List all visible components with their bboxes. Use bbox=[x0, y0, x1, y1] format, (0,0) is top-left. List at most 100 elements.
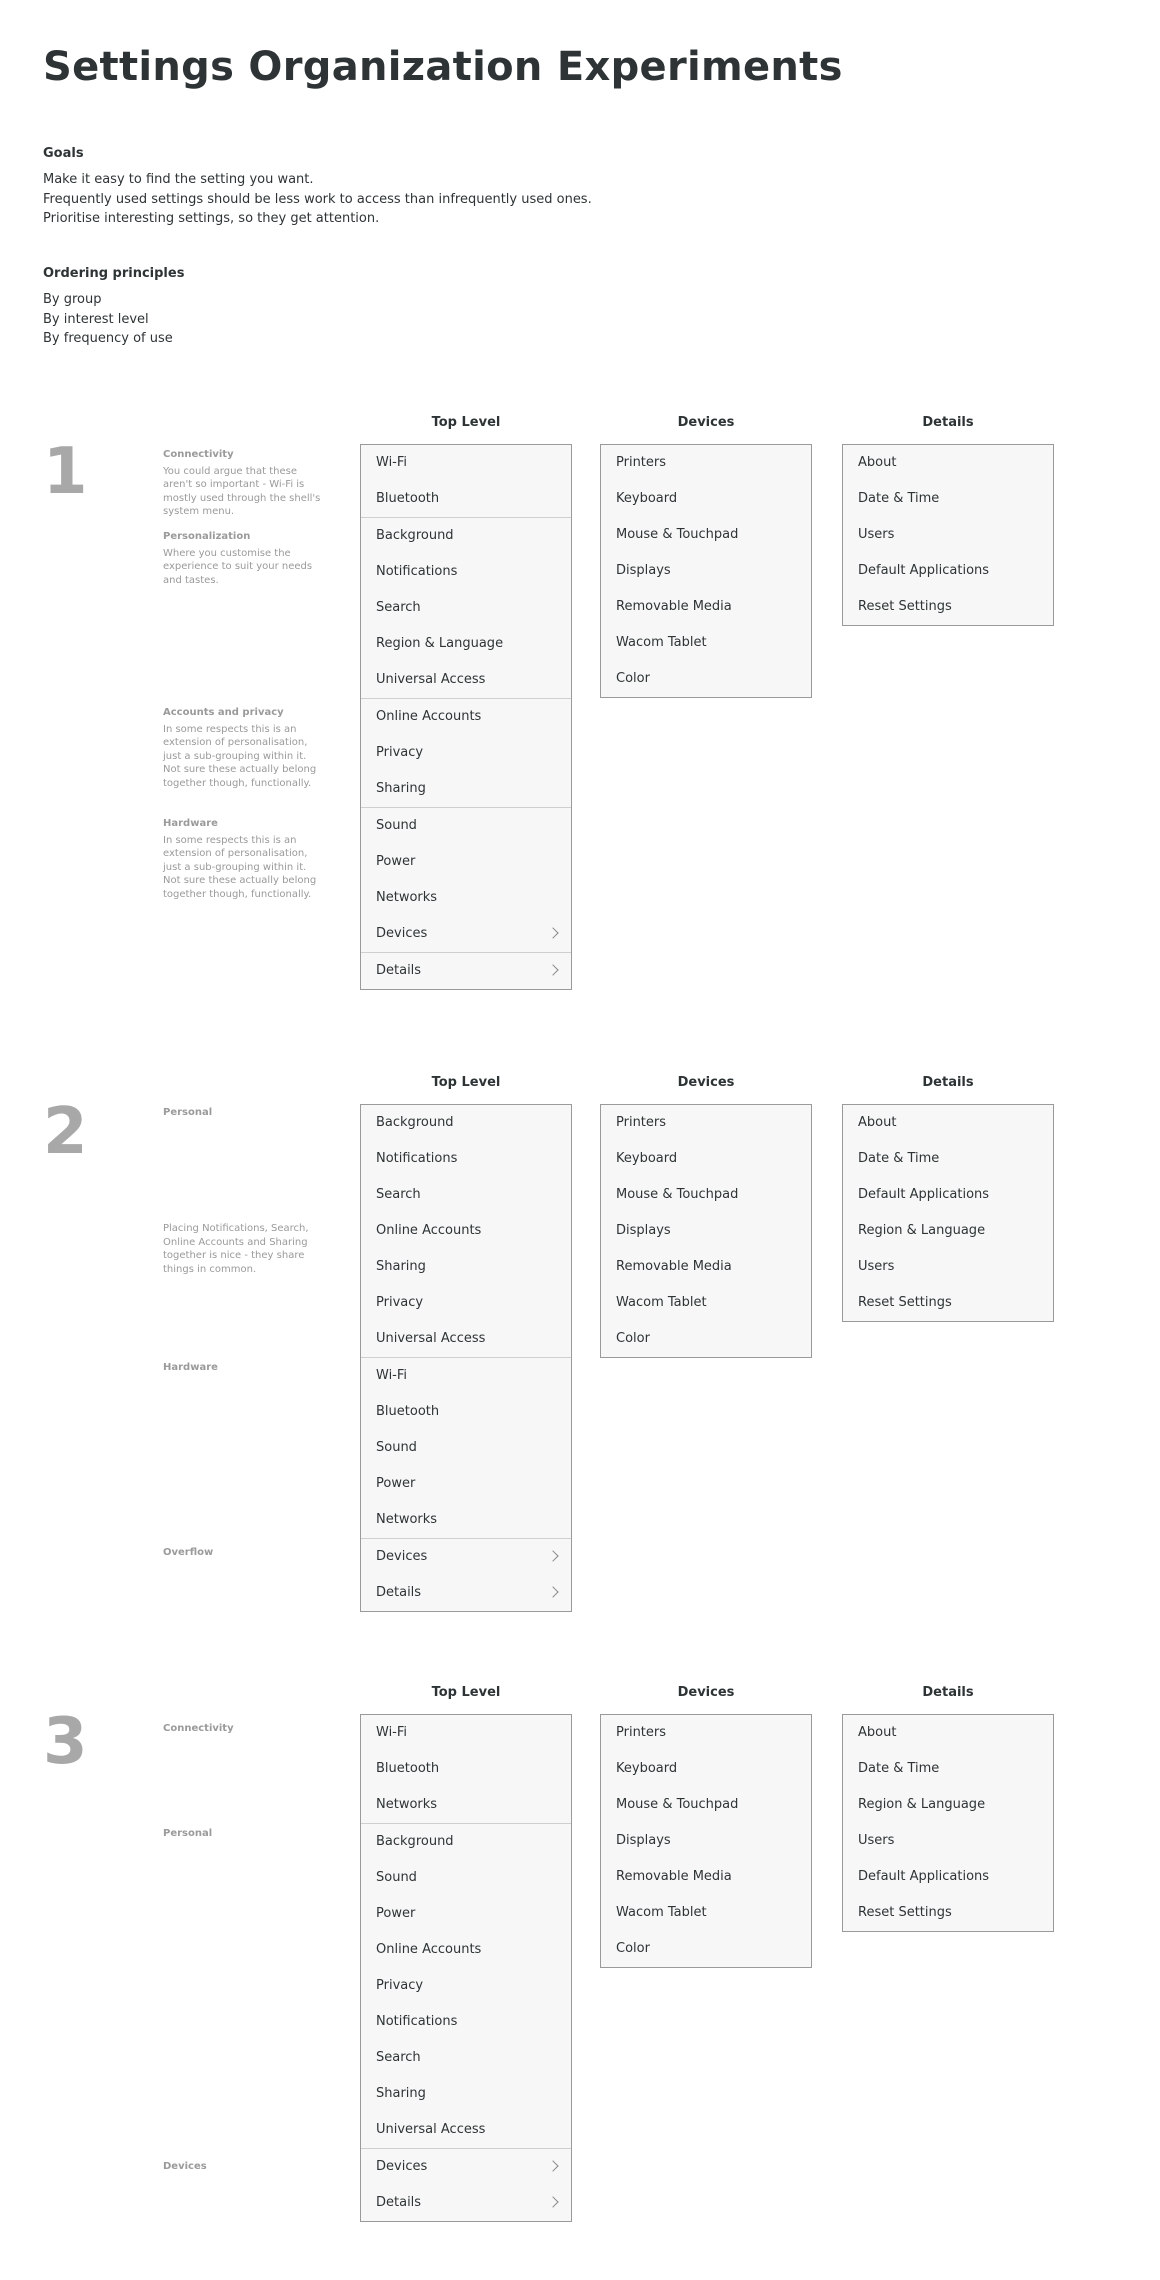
settings-row[interactable]: Networks bbox=[361, 1502, 571, 1538]
settings-row[interactable]: Sharing bbox=[361, 2076, 571, 2112]
settings-row-label: Region & Language bbox=[858, 1223, 986, 1238]
settings-group: Details bbox=[361, 952, 571, 989]
settings-row[interactable]: Online Accounts bbox=[361, 699, 571, 735]
settings-row[interactable]: Universal Access bbox=[361, 1321, 571, 1357]
settings-row[interactable]: Users bbox=[843, 517, 1053, 553]
settings-row[interactable]: Keyboard bbox=[601, 1751, 811, 1787]
settings-row-label: Sharing bbox=[376, 781, 426, 796]
settings-row[interactable]: Wacom Tablet bbox=[601, 625, 811, 661]
settings-row[interactable]: Printers bbox=[601, 1715, 811, 1751]
settings-row[interactable]: Region & Language bbox=[843, 1213, 1053, 1249]
settings-row[interactable]: Bluetooth bbox=[361, 1394, 571, 1430]
settings-row[interactable]: Sharing bbox=[361, 1249, 571, 1285]
settings-row[interactable]: Removable Media bbox=[601, 1859, 811, 1895]
settings-row[interactable]: Universal Access bbox=[361, 662, 571, 698]
settings-row[interactable]: Search bbox=[361, 590, 571, 626]
settings-row[interactable]: Printers bbox=[601, 445, 811, 481]
column-title-top-level: Top Level bbox=[431, 415, 501, 430]
experiment-number: 2 bbox=[43, 1095, 88, 1169]
settings-row-label: Wi-Fi bbox=[376, 455, 408, 470]
settings-row-label: Color bbox=[616, 671, 650, 686]
settings-row[interactable]: Keyboard bbox=[601, 481, 811, 517]
settings-row[interactable]: Devices bbox=[361, 1539, 571, 1575]
settings-row[interactable]: Keyboard bbox=[601, 1141, 811, 1177]
settings-row[interactable]: Wacom Tablet bbox=[601, 1285, 811, 1321]
settings-row[interactable]: Removable Media bbox=[601, 1249, 811, 1285]
settings-row[interactable]: Users bbox=[843, 1249, 1053, 1285]
settings-row[interactable]: Displays bbox=[601, 1213, 811, 1249]
settings-group: Printers Keyboard Mouse & Touchpad Displays… bbox=[601, 1715, 811, 1967]
settings-row[interactable]: Search bbox=[361, 2040, 571, 2076]
settings-row[interactable]: Power bbox=[361, 1466, 571, 1502]
settings-row[interactable]: Networks bbox=[361, 1787, 571, 1823]
settings-group: Online Accounts Privacy Sharing bbox=[361, 698, 571, 807]
settings-row-label: Displays bbox=[616, 563, 671, 578]
settings-row[interactable]: Wi-Fi bbox=[361, 1715, 571, 1751]
settings-row[interactable]: Region & Language bbox=[843, 1787, 1053, 1823]
settings-row[interactable]: Mouse & Touchpad bbox=[601, 1787, 811, 1823]
settings-row[interactable]: Sharing bbox=[361, 771, 571, 807]
settings-row[interactable]: Search bbox=[361, 1177, 571, 1213]
settings-row[interactable]: About bbox=[843, 1105, 1053, 1141]
group-note-heading: Connectivity bbox=[163, 449, 234, 460]
settings-row[interactable]: Color bbox=[601, 1931, 811, 1967]
settings-row[interactable]: Sound bbox=[361, 1430, 571, 1466]
settings-row[interactable]: Background bbox=[361, 1824, 571, 1860]
settings-row[interactable]: About bbox=[843, 1715, 1053, 1751]
settings-row[interactable]: Notifications bbox=[361, 554, 571, 590]
settings-row[interactable]: Privacy bbox=[361, 735, 571, 771]
settings-row[interactable]: Color bbox=[601, 1321, 811, 1357]
settings-row[interactable]: Power bbox=[361, 1896, 571, 1932]
settings-row[interactable]: Date & Time bbox=[843, 1751, 1053, 1787]
settings-row[interactable]: Privacy bbox=[361, 1968, 571, 2004]
settings-row[interactable]: Background bbox=[361, 1105, 571, 1141]
group-note-text: Placing Notifications, Search, Online Ac… bbox=[163, 1223, 309, 1275]
settings-row[interactable]: Mouse & Touchpad bbox=[601, 517, 811, 553]
settings-row[interactable]: Printers bbox=[601, 1105, 811, 1141]
settings-row-label: Mouse & Touchpad bbox=[616, 1187, 739, 1202]
settings-row[interactable]: Background bbox=[361, 518, 571, 554]
settings-row[interactable]: Default Applications bbox=[843, 553, 1053, 589]
settings-row[interactable]: Region & Language bbox=[361, 626, 571, 662]
settings-row-label: Networks bbox=[376, 1797, 438, 1812]
settings-row[interactable]: Sound bbox=[361, 808, 571, 844]
settings-row[interactable]: Reset Settings bbox=[843, 1895, 1053, 1931]
settings-row-label: Date & Time bbox=[858, 491, 940, 506]
settings-row[interactable]: Reset Settings bbox=[843, 1285, 1053, 1321]
settings-row[interactable]: Wacom Tablet bbox=[601, 1895, 811, 1931]
settings-row[interactable]: Users bbox=[843, 1823, 1053, 1859]
settings-row[interactable]: Online Accounts bbox=[361, 1213, 571, 1249]
settings-group: Background Notifications Search Region & La… bbox=[361, 517, 571, 698]
settings-row[interactable]: Mouse & Touchpad bbox=[601, 1177, 811, 1213]
settings-row-label: Sound bbox=[376, 1440, 417, 1455]
settings-row[interactable]: Removable Media bbox=[601, 589, 811, 625]
settings-row[interactable]: Privacy bbox=[361, 1285, 571, 1321]
settings-row[interactable]: Universal Access bbox=[361, 2112, 571, 2148]
settings-row[interactable]: Devices bbox=[361, 916, 571, 952]
settings-row[interactable]: Details bbox=[361, 953, 571, 989]
settings-row[interactable]: Networks bbox=[361, 880, 571, 916]
settings-row[interactable]: Wi-Fi bbox=[361, 445, 571, 481]
settings-row[interactable]: Notifications bbox=[361, 1141, 571, 1177]
settings-row[interactable]: Bluetooth bbox=[361, 481, 571, 517]
settings-row[interactable]: Reset Settings bbox=[843, 589, 1053, 625]
settings-row[interactable]: Notifications bbox=[361, 2004, 571, 2040]
settings-row[interactable]: Displays bbox=[601, 553, 811, 589]
settings-row[interactable]: Wi-Fi bbox=[361, 1358, 571, 1394]
settings-row[interactable]: Details bbox=[361, 1575, 571, 1611]
settings-row[interactable]: Color bbox=[601, 661, 811, 697]
settings-row[interactable]: Details bbox=[361, 2185, 571, 2221]
settings-row[interactable]: Devices bbox=[361, 2149, 571, 2185]
settings-row[interactable]: Displays bbox=[601, 1823, 811, 1859]
settings-row[interactable]: Power bbox=[361, 844, 571, 880]
settings-row[interactable]: Online Accounts bbox=[361, 1932, 571, 1968]
settings-group: Background Sound Power Online Accounts Priva… bbox=[361, 1823, 571, 2148]
settings-row[interactable]: Default Applications bbox=[843, 1859, 1053, 1895]
settings-row[interactable]: Date & Time bbox=[843, 481, 1053, 517]
settings-row[interactable]: Sound bbox=[361, 1860, 571, 1896]
settings-row-label: Devices bbox=[376, 926, 428, 941]
settings-row[interactable]: Date & Time bbox=[843, 1141, 1053, 1177]
settings-row[interactable]: Default Applications bbox=[843, 1177, 1053, 1213]
settings-row[interactable]: About bbox=[843, 445, 1053, 481]
settings-row[interactable]: Bluetooth bbox=[361, 1751, 571, 1787]
